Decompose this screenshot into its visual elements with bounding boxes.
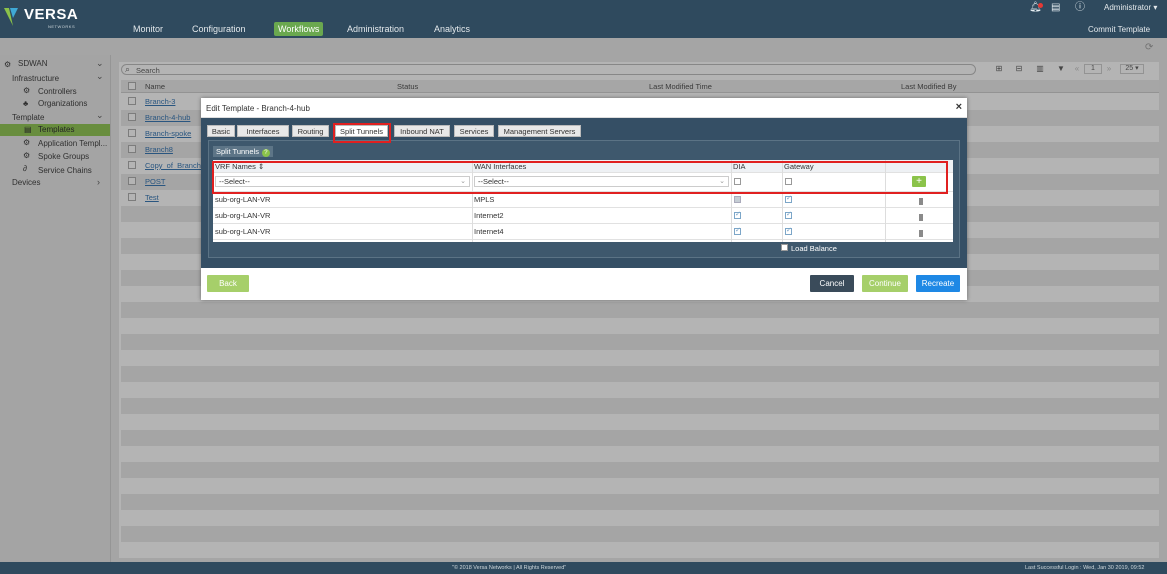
user-menu[interactable]: Administrator ▾ [1104, 3, 1157, 12]
highlight-new-entry-row [212, 161, 948, 194]
versa-logo-icon [4, 8, 18, 26]
split-tunnels-panel: Split Tunnels? VRF Names ⇕ WAN Interface… [208, 140, 960, 258]
brand-name: VERSA [24, 6, 79, 23]
highlight-split-tunnels-tab [333, 123, 391, 143]
delete-icon[interactable] [919, 214, 923, 221]
continue-button[interactable]: Continue [862, 275, 908, 292]
gateway-checkbox[interactable] [785, 194, 792, 203]
wan-interface: Internet2 [474, 211, 504, 220]
vrf-name: sub-org-LAN-VR [215, 195, 271, 204]
nav-workflows[interactable]: Workflows [274, 22, 324, 36]
tab-inbound-nat[interactable]: Inbound NAT [394, 125, 450, 137]
user-name: Administrator [1104, 3, 1152, 12]
wan-interface: MPLS [474, 195, 495, 204]
close-icon[interactable]: × [956, 101, 962, 113]
dia-checkbox[interactable] [734, 196, 741, 203]
tab-routing[interactable]: Routing [292, 125, 329, 137]
dialog-title: Edit Template - Branch-4-hub [206, 104, 310, 113]
vrf-name: sub-org-LAN-VR [215, 227, 271, 236]
help-icon[interactable]: ? [261, 149, 270, 157]
document-icon[interactable]: ▤ [1051, 2, 1060, 14]
table-row: sub-org-LAN-VR Internet4 [213, 224, 953, 240]
tab-services[interactable]: Services [454, 125, 494, 137]
load-balance-checkbox[interactable] [781, 244, 788, 251]
copyright: "© 2018 Versa Networks | All Rights Rese… [452, 565, 567, 571]
tab-interfaces[interactable]: Interfaces [237, 125, 289, 137]
delete-icon[interactable] [919, 230, 923, 237]
gateway-checkbox[interactable] [785, 226, 792, 235]
dialog-header: Edit Template - Branch-4-hub × [201, 98, 967, 118]
table-row: sub-org-LAN-VR Internet2 [213, 208, 953, 224]
versa-logo[interactable]: VERSA NETWORKS [4, 4, 78, 32]
gateway-checkbox[interactable] [785, 210, 792, 219]
edit-template-dialog: Edit Template - Branch-4-hub × Basic Int… [201, 98, 967, 300]
panel-title: Split Tunnels? [213, 146, 273, 157]
dia-checkbox[interactable] [734, 226, 741, 235]
load-balance-label: Load Balance [791, 244, 837, 253]
commit-template-button[interactable]: Commit Template [1088, 25, 1150, 34]
vrf-name: sub-org-LAN-VR [215, 211, 271, 220]
nav-monitor[interactable]: Monitor [129, 22, 167, 36]
wan-interface: Internet4 [474, 227, 504, 236]
panel-title-text: Split Tunnels [216, 147, 259, 156]
top-bar: VERSA NETWORKS Monitor Configuration Wor… [0, 0, 1167, 38]
dia-checkbox[interactable] [734, 210, 741, 219]
nav-analytics[interactable]: Analytics [430, 22, 474, 36]
tab-basic[interactable]: Basic [207, 125, 235, 137]
delete-icon[interactable] [919, 198, 923, 205]
tab-management-servers[interactable]: Management Servers [498, 125, 581, 137]
cancel-button[interactable]: Cancel [810, 275, 854, 292]
notification-badge [1038, 3, 1043, 8]
table-row: sub-org-LAN-VR MPLS [213, 192, 953, 208]
nav-administration[interactable]: Administration [343, 22, 408, 36]
recreate-button[interactable]: Recreate [916, 275, 960, 292]
last-login: Last Successful Login : Wed, Jan 30 2019… [1025, 565, 1145, 571]
back-button[interactable]: Back [207, 275, 249, 292]
nav-configuration[interactable]: Configuration [188, 22, 250, 36]
dialog-footer: Back Cancel Continue Recreate [201, 268, 967, 300]
info-icon[interactable]: ⓘ [1075, 2, 1085, 14]
brand-sub: NETWORKS [48, 24, 76, 29]
footer: "© 2018 Versa Networks | All Rights Rese… [0, 562, 1167, 574]
